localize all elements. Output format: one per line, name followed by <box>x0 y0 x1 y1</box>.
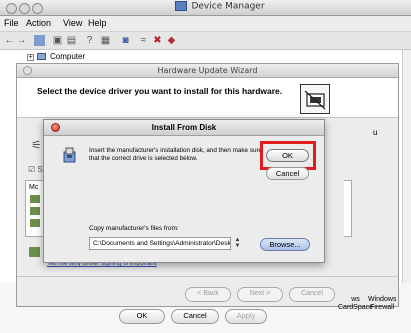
install-from-disk-dialog: Install From Disk Insert the manufacture… <box>43 119 325 263</box>
wizard-titlebar: Hardware Update Wizard <box>17 64 398 78</box>
computer-icon <box>37 53 46 60</box>
properties-cancel-button[interactable]: Cancel <box>171 309 219 324</box>
list-header: Mc <box>29 184 39 191</box>
wizard-next-button[interactable]: Next > <box>237 287 283 302</box>
update-driver-icon[interactable]: ≈ <box>138 35 149 46</box>
cancel-button[interactable]: Cancel <box>266 167 309 180</box>
driver-item-icon[interactable] <box>30 207 40 215</box>
forward-arrow-icon[interactable]: → <box>16 35 27 46</box>
path-dropdown-icon[interactable]: ▲ ▼ <box>233 237 242 250</box>
uninstall-icon[interactable]: ✖ <box>152 35 163 46</box>
menu-action[interactable]: Action <box>26 18 51 28</box>
wizard-header <box>17 78 398 118</box>
wizard-checkbox[interactable]: ☑ S <box>28 165 43 174</box>
windows-firewall-label[interactable]: Windows Firewall <box>368 296 396 312</box>
properties-ok-button[interactable]: OK <box>119 309 165 324</box>
wizard-heading: Select the device driver you want to ins… <box>37 86 283 96</box>
driver-item-icon[interactable] <box>30 219 40 227</box>
menu-file[interactable]: File <box>4 18 19 28</box>
minimize-window-icon[interactable] <box>19 3 30 14</box>
help-icon[interactable]: ? <box>84 35 95 46</box>
ok-button[interactable]: OK <box>266 149 309 162</box>
cable-icon: ⚟ <box>31 138 42 152</box>
properties-apply-button[interactable]: Apply <box>225 309 267 324</box>
toolbar: ← → ▣ ▤ ? ▦ ◙ ≈ ✖ ◆ <box>0 32 411 50</box>
print-icon[interactable]: ▤ <box>66 35 77 46</box>
dialog-message: Insert the manufacturer's installation d… <box>89 147 263 162</box>
vertical-scrollbar[interactable] <box>402 50 411 283</box>
wizard-back-button[interactable]: < Back <box>185 287 231 302</box>
files-path-field[interactable]: C:\Documents and Settings\Administrator\… <box>89 237 231 250</box>
wizard-list-edge <box>344 180 352 237</box>
window-title: Device Manager <box>140 1 300 15</box>
driver-signed-icon <box>29 247 40 257</box>
menu-view[interactable]: View <box>63 18 82 28</box>
menu-help[interactable]: Help <box>88 18 107 28</box>
window-controls <box>6 3 46 14</box>
console-icon[interactable] <box>34 35 45 46</box>
device-manager-titlebar: Device Manager <box>0 0 411 16</box>
back-arrow-icon[interactable]: ← <box>4 35 15 46</box>
view-icon[interactable]: ▦ <box>100 35 111 46</box>
install-disk-icon <box>63 147 77 163</box>
tree-expand-icon[interactable]: + <box>27 54 34 61</box>
wizard-cancel-button[interactable]: Cancel <box>289 287 335 302</box>
scan-hardware-icon[interactable]: ◙ <box>120 35 131 46</box>
wizard-checkbox-label: S <box>37 165 43 174</box>
dialog-titlebar: Install From Disk <box>44 120 324 136</box>
wizard-side-text: u <box>373 128 378 137</box>
disable-icon[interactable]: ◆ <box>166 35 177 46</box>
wizard-divider <box>17 276 398 277</box>
properties-icon[interactable]: ▣ <box>52 35 63 46</box>
driver-item-icon[interactable] <box>30 195 40 203</box>
device-manager-icon <box>175 1 188 11</box>
window-title-text: Device Manager <box>191 1 265 12</box>
close-window-icon[interactable] <box>6 3 17 14</box>
browse-button[interactable]: Browse... <box>260 238 310 251</box>
zoom-window-icon[interactable] <box>32 3 43 14</box>
dialog-title: Install From Disk <box>151 123 217 132</box>
tree-item-computer[interactable]: Computer <box>50 52 85 61</box>
menu-bar: File Action View Help <box>0 16 411 32</box>
wizard-title: Hardware Update Wizard <box>157 66 258 75</box>
hardware-icon <box>300 84 330 114</box>
copy-files-label: Copy manufacturer's files from: <box>89 225 179 232</box>
